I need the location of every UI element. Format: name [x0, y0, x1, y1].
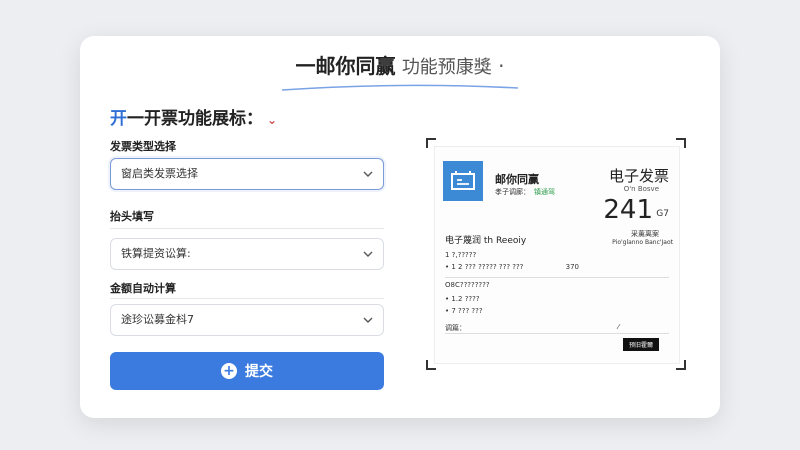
invoice-line-mark: ⁄: [617, 323, 619, 331]
invoice-line: • 1 2 ??? ????? ??? ???: [445, 263, 524, 271]
hero-title-strong: 一邮你同赢: [295, 54, 396, 78]
chevron-down-icon: [363, 317, 373, 323]
invoice-type-text: 采薰离案: [631, 230, 659, 238]
amount-calc-label: 金额自动计算: [110, 282, 176, 295]
invoice-line: O8C????????: [445, 281, 490, 289]
invoice-type-select[interactable]: 窗启类发票选择: [110, 158, 384, 190]
chevron-down-icon: [363, 171, 373, 177]
invoice-paper: 邮你同赢 孝子调廊： 镇通驾 电子发票 O'n Bosve 241 G7 采薰离案…: [434, 146, 680, 364]
invoice-logo-icon: [443, 161, 483, 201]
section-title: 开一开票功能展标： ⌄: [110, 104, 277, 129]
caret-down-icon: ⌄: [267, 113, 278, 127]
invoice-divider: [445, 333, 669, 334]
main-card: 一邮你同赢 功能预康獎 · 开一开票功能展标： ⌄ 发票类型选择 窗启类发票选择 …: [80, 36, 720, 418]
invoice-code: O'n Bosve: [623, 185, 659, 193]
plus-circle-icon: +: [221, 363, 237, 379]
invoice-type-value: 窗启类发票选择: [121, 167, 198, 180]
invoice-line-amount: 370: [565, 263, 579, 271]
issuer-sub-text: 孝子调廊：: [495, 188, 530, 196]
section-title-accent: 开: [110, 109, 127, 129]
invoice-title: 电子发票: [608, 167, 669, 185]
field-divider: [110, 228, 384, 229]
hero-title-dot: ·: [498, 54, 505, 78]
chevron-down-icon: [363, 251, 373, 257]
invoice-header-value: 铁算提资讼算:: [121, 247, 191, 260]
hero-title-light: 功能预康獎: [401, 57, 492, 78]
field-divider: [110, 298, 384, 299]
invoice-divider: [445, 277, 669, 278]
amount-calc-select[interactable]: 途珍讼募金枓7: [110, 304, 384, 336]
issuer-status: 镇通驾: [534, 188, 555, 196]
invoice-line: • 7 ??? ???: [445, 307, 483, 315]
amount-calc-value: 途珍讼募金枓7: [121, 313, 194, 326]
invoice-preview: 邮你同赢 孝子调廊： 镇通驾 电子发票 O'n Bosve 241 G7 采薰离案…: [426, 138, 686, 370]
invoice-issuer: 邮你同赢: [495, 173, 539, 186]
invoice-tag: 预旧霍爾: [622, 338, 659, 351]
invoice-line: 1 ?,?????: [445, 251, 477, 259]
invoice-line: • 1.2 ????: [445, 295, 480, 303]
title-swoosh-decoration: [281, 84, 519, 91]
hero-title: 一邮你同赢 功能预康獎 ·: [80, 50, 720, 79]
invoice-type-text-en: Pio'glanno Banc'Jaot: [612, 239, 673, 246]
invoice-pay-line: 电子蔑润 th Reeoiy: [445, 236, 527, 246]
submit-label: 提交: [245, 364, 273, 380]
invoice-issuer-sub: 孝子调廊： 镇通驾: [495, 187, 555, 197]
section-title-text: 一开票功能展标：: [127, 109, 263, 129]
invoice-line: 调篇：: [445, 324, 466, 332]
invoice-number-suffix: G7: [656, 209, 669, 219]
invoice-header-select[interactable]: 铁算提资讼算:: [110, 238, 384, 270]
submit-button[interactable]: + 提交: [110, 352, 384, 390]
invoice-header-label: 抬头填写: [110, 210, 154, 223]
invoice-number: 241: [603, 195, 653, 225]
invoice-type-label: 发票类型选择: [110, 140, 176, 153]
